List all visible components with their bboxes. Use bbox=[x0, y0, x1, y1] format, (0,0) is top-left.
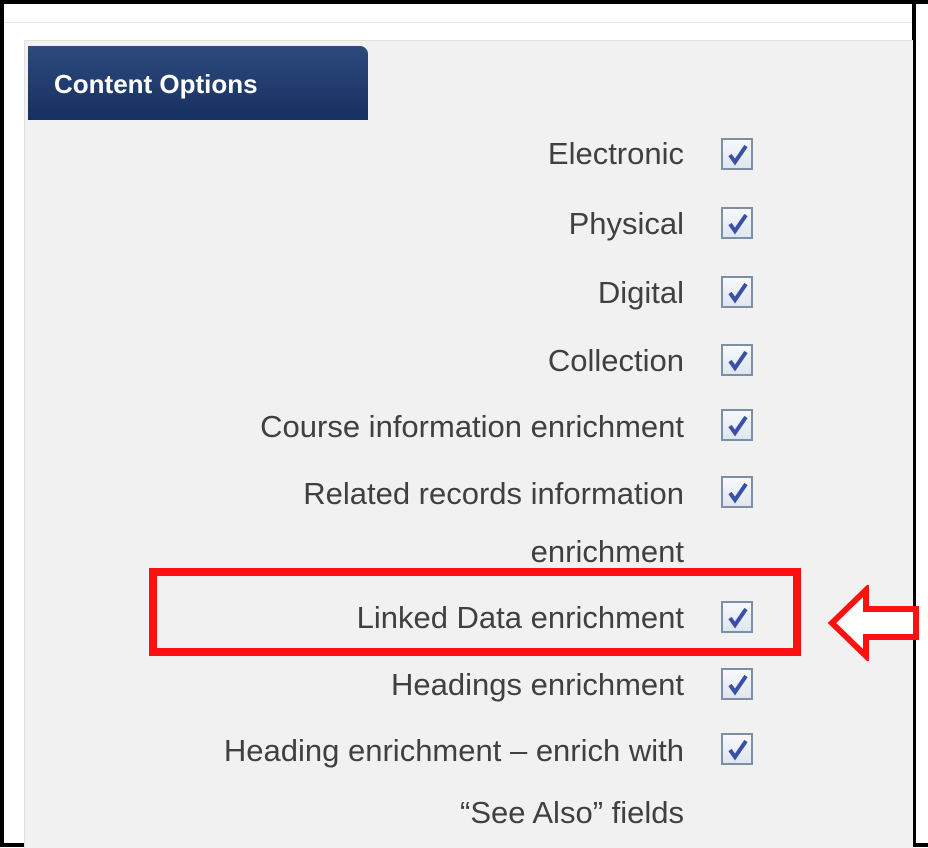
checkmark-icon bbox=[728, 282, 748, 304]
option-label-digital: Digital bbox=[597, 275, 684, 310]
top-strip bbox=[4, 4, 912, 23]
checkbox-headings-enrichment[interactable] bbox=[721, 668, 753, 700]
checkbox-electronic[interactable] bbox=[721, 138, 753, 170]
content-options-tab[interactable]: Content Options bbox=[28, 46, 368, 120]
checkmark-icon bbox=[728, 415, 748, 437]
highlight-box bbox=[149, 568, 801, 656]
checkbox-digital[interactable] bbox=[721, 276, 753, 308]
option-label-physical: Physical bbox=[568, 206, 684, 241]
checkmark-icon bbox=[728, 674, 748, 696]
checkmark-icon bbox=[728, 144, 748, 166]
option-label-headings-enrichment: Headings enrichment bbox=[391, 667, 684, 702]
option-label-collection: Collection bbox=[547, 343, 684, 378]
checkmark-icon bbox=[728, 213, 748, 235]
option-label-heading-see-also-line1: Heading enrichment – enrich with bbox=[223, 733, 684, 768]
checkmark-icon bbox=[728, 350, 748, 372]
checkbox-physical[interactable] bbox=[721, 207, 753, 239]
option-label-electronic: Electronic bbox=[547, 136, 684, 171]
option-label-related-records-line1: Related records information bbox=[303, 476, 684, 511]
checkbox-related-records-information-enrichment[interactable] bbox=[721, 476, 753, 508]
option-label-heading-see-also-line2: “See Also” fields bbox=[460, 795, 684, 830]
checkbox-collection[interactable] bbox=[721, 344, 753, 376]
checkbox-heading-enrichment-see-also[interactable] bbox=[721, 733, 753, 765]
checkbox-course-information-enrichment[interactable] bbox=[721, 409, 753, 441]
checkmark-icon bbox=[728, 482, 748, 504]
arrow-left-icon bbox=[827, 585, 919, 661]
checkmark-icon bbox=[728, 739, 748, 761]
content-options-tab-label: Content Options bbox=[54, 69, 258, 99]
option-label-course-information-enrichment: Course information enrichment bbox=[260, 409, 684, 444]
